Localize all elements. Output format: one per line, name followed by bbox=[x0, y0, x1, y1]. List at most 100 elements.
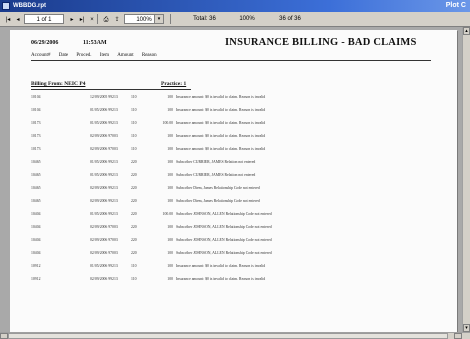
row-code: 110 bbox=[131, 121, 137, 125]
last-page-icon[interactable]: ▸| bbox=[77, 14, 87, 26]
vertical-scrollbar[interactable]: ▴ ▾ bbox=[462, 27, 470, 332]
billing-from-label: Billing From: NEIC P4 bbox=[31, 81, 86, 87]
row-account: 10173 bbox=[31, 134, 41, 138]
row-reason: Subscriber JOHNSON, ALLEN Relationship C… bbox=[176, 251, 272, 255]
row-code: 220 bbox=[131, 251, 137, 255]
row-amount: 100 bbox=[167, 199, 173, 203]
row-account: 10104 bbox=[31, 95, 41, 99]
row-reason: Insurance amount: $0 is invalid to claim… bbox=[176, 121, 266, 125]
report-toolbar: |◂ ◂ 1 of 1 ▸ ▸| × ⎙ ⇪ 100% ▾ Total: 36 … bbox=[0, 12, 470, 27]
row-date: 01/05/2006 99213 bbox=[90, 121, 118, 125]
col-date: Date bbox=[58, 53, 69, 58]
row-account: 10404 bbox=[31, 225, 41, 229]
row-reason: Subscriber Diem, James Relationship Code… bbox=[176, 186, 260, 190]
previous-page-icon[interactable]: ◂ bbox=[13, 14, 23, 26]
row-account: 10404 bbox=[31, 251, 41, 255]
row-date: 12/09/2005 99213 bbox=[90, 95, 118, 99]
row-code: 110 bbox=[131, 264, 137, 268]
header-rule bbox=[31, 60, 431, 61]
row-reason: Insurance amount: $0 is invalid to claim… bbox=[176, 108, 266, 112]
row-date: 02/09/2006 97003 bbox=[90, 147, 118, 151]
row-code: 220 bbox=[131, 173, 137, 177]
row-reason: Insurance amount: $0 is invalid to claim… bbox=[176, 134, 266, 138]
col-amount: Amount bbox=[117, 53, 134, 58]
row-account: 10465 bbox=[31, 160, 41, 164]
row-reason: Subscriber CURRIER, JAMES Relation not e… bbox=[176, 173, 256, 177]
row-code: 110 bbox=[131, 95, 137, 99]
row-amount: 100 bbox=[167, 147, 173, 151]
row-code: 220 bbox=[131, 212, 137, 216]
group-header: Billing From: NEIC P4 Practice: 1 bbox=[31, 81, 186, 87]
row-date: 01/05/2006 99213 bbox=[90, 160, 118, 164]
export-icon[interactable]: ⇪ bbox=[111, 14, 123, 26]
horizontal-scrollbar[interactable] bbox=[0, 332, 470, 339]
row-code: 110 bbox=[131, 108, 137, 112]
first-page-icon[interactable]: |◂ bbox=[3, 14, 13, 26]
row-date: 02/09/2006 99213 bbox=[90, 199, 118, 203]
row-amount: 100.00 bbox=[162, 212, 173, 216]
row-amount: 100 bbox=[167, 160, 173, 164]
col-reason: Reason bbox=[141, 53, 157, 58]
chevron-down-icon[interactable]: ▾ bbox=[154, 15, 163, 23]
app-icon[interactable] bbox=[2, 2, 10, 10]
toolbar-divider bbox=[97, 14, 98, 24]
row-date: 01/05/2006 99213 bbox=[90, 173, 118, 177]
group-rule bbox=[31, 89, 191, 90]
toolbar-divider bbox=[170, 14, 171, 24]
row-amount: 100 bbox=[167, 95, 173, 99]
row-amount: 100.00 bbox=[162, 121, 173, 125]
scroll-left-icon[interactable] bbox=[0, 333, 8, 339]
stop-icon[interactable]: × bbox=[87, 14, 97, 26]
row-date: 01/05/2006 99213 bbox=[90, 108, 118, 112]
row-date: 02/09/2006 97003 bbox=[90, 134, 118, 138]
scroll-right-icon[interactable] bbox=[454, 333, 462, 339]
row-account: 10465 bbox=[31, 186, 41, 190]
report-viewer[interactable] bbox=[0, 27, 462, 332]
report-title: INSURANCE BILLING - BAD CLAIMS bbox=[225, 37, 417, 48]
col-item: Item bbox=[99, 53, 109, 58]
scroll-down-icon[interactable]: ▾ bbox=[463, 324, 470, 332]
row-account: 10404 bbox=[31, 238, 41, 242]
row-code: 220 bbox=[131, 160, 137, 164]
row-code: 220 bbox=[131, 186, 137, 190]
row-account: 10173 bbox=[31, 121, 41, 125]
zoom-select[interactable]: 100% ▾ bbox=[124, 14, 164, 24]
horizontal-scroll-thumb[interactable] bbox=[8, 333, 448, 339]
row-date: 02/09/2006 99213 bbox=[90, 277, 118, 281]
next-page-icon[interactable]: ▸ bbox=[67, 14, 77, 26]
report-time: 11:53AM bbox=[83, 40, 107, 46]
row-account: 10173 bbox=[31, 147, 41, 151]
row-date: 01/05/2006 99213 bbox=[90, 264, 118, 268]
col-account: Account# bbox=[31, 53, 51, 58]
column-headers: Account# Date Proced. Item Amount Reason bbox=[31, 53, 164, 58]
row-reason: Subscriber JOHNSON, ALLEN Relationship C… bbox=[176, 225, 272, 229]
row-date: 02/09/2006 97003 bbox=[90, 238, 118, 242]
row-date: 02/09/2006 99213 bbox=[90, 186, 118, 190]
row-account: 10404 bbox=[31, 212, 41, 216]
page-indicator[interactable]: 1 of 1 bbox=[24, 14, 64, 24]
col-proced: Proced. bbox=[76, 53, 92, 58]
row-reason: Subscriber JOHNSON, ALLEN Relationship C… bbox=[176, 212, 272, 216]
outer-window-title: Plot C bbox=[445, 2, 466, 9]
row-account: 10465 bbox=[31, 199, 41, 203]
row-reason: Insurance amount: $0 is invalid to claim… bbox=[176, 264, 266, 268]
row-code: 220 bbox=[131, 199, 137, 203]
report-page bbox=[10, 30, 457, 332]
row-amount: 100 bbox=[167, 251, 173, 255]
row-reason: Subscriber CURRIER, JAMES Relation not e… bbox=[176, 160, 256, 164]
row-amount: 100 bbox=[167, 225, 173, 229]
scroll-up-icon[interactable]: ▴ bbox=[463, 27, 470, 35]
row-amount: 100 bbox=[167, 264, 173, 268]
total-label: Total: 36 bbox=[193, 16, 216, 22]
row-date: 02/09/2006 97003 bbox=[90, 225, 118, 229]
row-date: 02/09/2006 97003 bbox=[90, 251, 118, 255]
row-date: 01/05/2006 99213 bbox=[90, 212, 118, 216]
row-account: 10465 bbox=[31, 173, 41, 177]
row-reason: Subscriber Diem, James Relationship Code… bbox=[176, 199, 260, 203]
row-amount: 100 bbox=[167, 238, 173, 242]
window-titlebar: WBBDG.rpt Plot C bbox=[0, 0, 470, 12]
row-reason: Insurance amount: $0 is invalid to claim… bbox=[176, 277, 266, 281]
report-date: 06/29/2006 bbox=[31, 40, 59, 46]
row-amount: 100 bbox=[167, 277, 173, 281]
row-code: 110 bbox=[131, 147, 137, 151]
